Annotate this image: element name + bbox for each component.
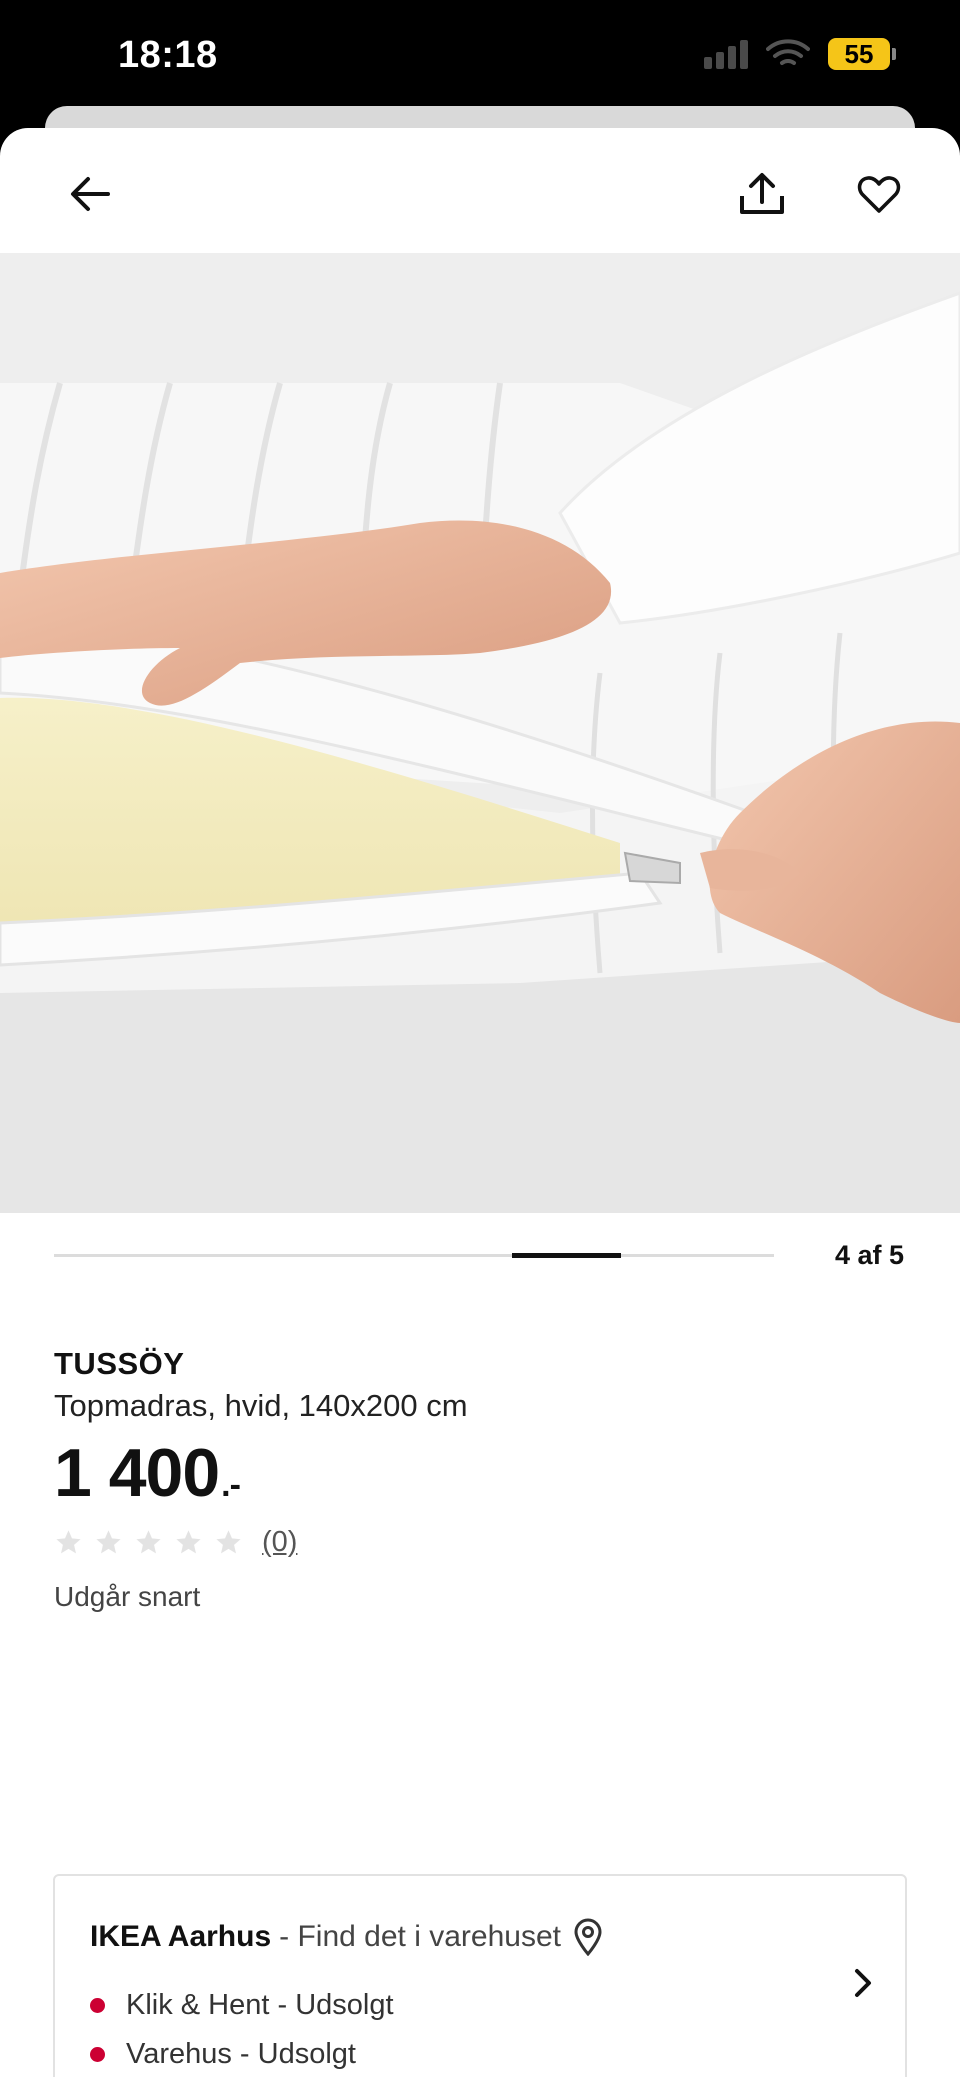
store-subtitle: - Find det i varehuset (279, 1920, 561, 1953)
favorite-button[interactable] (849, 164, 909, 224)
product-sheet: 4 af 5 TUSSÖY Topmadras, hvid, 140x200 c… (0, 128, 960, 2077)
product-info: TUSSÖY Topmadras, hvid, 140x200 cm 1 400… (54, 1346, 904, 1613)
store-availability-card[interactable]: IKEA Aarhus - Find det i varehuset Klik … (53, 1874, 907, 2077)
mattress-photo (0, 253, 960, 1213)
status-dot (90, 2047, 105, 2062)
status-time: 18:18 (118, 34, 218, 76)
availability-store: Varehus - Udsolgt (90, 2038, 356, 2071)
location-pin-icon (573, 1918, 603, 1956)
status-icons: 55 (704, 38, 896, 70)
rating: (0) (54, 1526, 904, 1559)
star-icon (56, 1530, 81, 1554)
product-image[interactable] (0, 253, 960, 1213)
arrow-left-icon (71, 177, 110, 211)
battery-indicator: 55 (828, 38, 896, 70)
status-bar: 18:18 55 (0, 0, 960, 115)
wifi-icon (766, 38, 810, 70)
rating-count-link[interactable]: (0) (262, 1526, 297, 1559)
price-suffix: .- (221, 1466, 241, 1504)
product-name: TUSSÖY (54, 1346, 185, 1381)
star-icon (216, 1530, 241, 1554)
price-value: 1 400 (54, 1435, 220, 1511)
product-status: Udgår snart (54, 1581, 201, 1612)
store-header: IKEA Aarhus - Find det i varehuset (90, 1918, 603, 1956)
status-dot (90, 1998, 105, 2013)
availability-label: Klik & Hent - Udsolgt (126, 1989, 394, 2021)
gallery-progress-track (54, 1253, 774, 1258)
heart-icon (857, 176, 901, 213)
share-icon (740, 173, 784, 214)
availability-click-collect: Klik & Hent - Udsolgt (90, 1989, 394, 2022)
back-button[interactable] (60, 164, 120, 224)
availability-label: Varehus - Udsolgt (126, 2038, 356, 2070)
product-description: Topmadras, hvid, 140x200 cm (54, 1388, 468, 1423)
star-icon (176, 1530, 201, 1554)
star-icon (96, 1530, 121, 1554)
product-price: 1 400 .- (54, 1434, 904, 1512)
gallery-progress: 4 af 5 (54, 1236, 904, 1276)
gallery-position-label: 4 af 5 (834, 1240, 904, 1270)
store-name: IKEA Aarhus (90, 1920, 272, 1953)
gallery-progress-indicator (512, 1253, 622, 1258)
share-button[interactable] (732, 164, 792, 224)
chevron-right-icon (851, 1966, 875, 2005)
star-icon (136, 1530, 161, 1554)
signal-icon (704, 39, 748, 69)
top-bar (0, 128, 960, 253)
